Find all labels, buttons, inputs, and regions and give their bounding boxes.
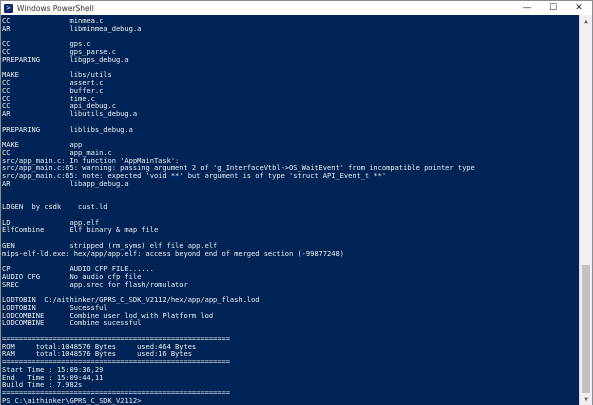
console-line: mips-elf-ld.exe: hex/app/app.elf: access… <box>2 248 344 258</box>
console-line: LODCOMBINE Combine sucessful <box>2 318 142 328</box>
console-line: PREPARING libgps_debug.a <box>2 54 129 64</box>
console-line: LDGEN by csdk cust.ld <box>2 202 108 211</box>
console-line: AR libapp_debug.a <box>2 178 129 188</box>
console-line: PREPARING liblibs_debug.a <box>2 124 133 134</box>
powershell-window: > Windows PowerShell — ☐ ✕ CC minmea.c AR… <box>0 0 593 405</box>
scroll-up-icon[interactable]: ▲ <box>580 15 592 27</box>
powershell-icon: > <box>4 3 13 13</box>
console-line: AR libminmea_debug.a <box>2 23 142 33</box>
maximize-button[interactable]: ☐ <box>540 1 566 15</box>
console-line: ElfCombine Elf binary & map file <box>2 225 159 235</box>
title-bar[interactable]: > Windows PowerShell — ☐ ✕ <box>1 1 592 15</box>
prompt-line: PS C:\aithinker\GPRS_C_SDK_V2112> <box>2 395 142 405</box>
window-title: Windows PowerShell <box>17 3 94 13</box>
scroll-down-icon[interactable]: ▼ <box>580 393 592 405</box>
minimize-icon: — <box>522 3 532 13</box>
vertical-scrollbar[interactable]: ▲ ▼ <box>579 15 592 405</box>
scroll-thumb[interactable] <box>582 264 590 393</box>
maximize-icon: ☐ <box>548 3 558 13</box>
minimize-button[interactable]: — <box>514 1 540 15</box>
console-line: AR libutils_debug.a <box>2 109 138 118</box>
close-icon: ✕ <box>575 3 583 13</box>
console-line: SREC app.srec for flash/romulator <box>2 279 188 289</box>
console-output[interactable]: CC minmea.c AR libminmea_debug.a CC gps.c C… <box>1 15 579 405</box>
close-button[interactable]: ✕ <box>566 1 592 15</box>
